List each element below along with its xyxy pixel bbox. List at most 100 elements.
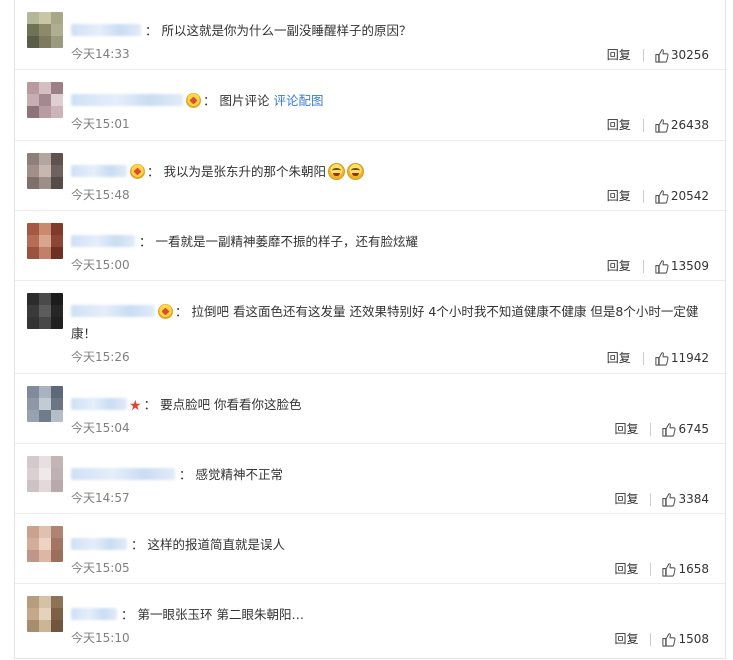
- comment-time: 今天15:26: [71, 350, 130, 364]
- like-button[interactable]: 13509: [654, 258, 709, 274]
- like-button[interactable]: 1658: [661, 561, 709, 577]
- thumb-up-icon: [662, 632, 676, 647]
- like-count: 6745: [678, 422, 709, 436]
- username-blurred[interactable]: [71, 305, 155, 317]
- user-avatar[interactable]: [27, 293, 63, 329]
- action-divider: [642, 48, 644, 62]
- like-count: 20542: [670, 189, 709, 203]
- like-button[interactable]: 30256: [654, 47, 709, 63]
- thumb-up-icon: [662, 422, 676, 437]
- action-divider: [650, 632, 652, 646]
- action-divider: [642, 259, 644, 273]
- comment-text: 这样的报道简直就是误人: [147, 537, 286, 552]
- user-avatar[interactable]: [27, 82, 63, 118]
- comment-time: 今天14:33: [71, 47, 130, 61]
- like-button[interactable]: 1508: [661, 631, 709, 647]
- comment-item: ：我以为是张东升的那个朱朝阳今天15:48 回复 20542: [15, 141, 725, 211]
- like-button[interactable]: 6745: [661, 421, 709, 437]
- like-count: 1658: [678, 562, 709, 576]
- like-count: 26438: [670, 118, 709, 132]
- thumb-up-icon: [655, 259, 669, 274]
- like-button[interactable]: 3384: [661, 491, 709, 507]
- comment-content: ：所以这就是你为什么一副没睡醒样子的原因？: [71, 20, 711, 42]
- user-avatar[interactable]: [27, 223, 63, 259]
- like-count: 1508: [678, 632, 709, 646]
- like-count: 11942: [670, 351, 709, 365]
- colon-separator: ：: [139, 234, 152, 249]
- comment-item: ：拉倒吧 看这面色还有这发量 还效果特别好 4个小时我不知道健康不健康 但是8个…: [15, 281, 725, 374]
- username-blurred[interactable]: [71, 398, 127, 410]
- vip-badge-icon: [130, 164, 145, 179]
- user-avatar[interactable]: [27, 386, 63, 422]
- comment-text: 我以为是张东升的那个朱朝阳: [163, 164, 327, 179]
- reply-button[interactable]: 回复: [614, 561, 638, 577]
- thumb-up-icon: [655, 189, 669, 204]
- reply-button[interactable]: 回复: [607, 188, 631, 204]
- username-blurred[interactable]: [71, 165, 127, 177]
- user-avatar[interactable]: [27, 456, 63, 492]
- like-button[interactable]: 26438: [654, 117, 709, 133]
- comment-item: ★：要点脸吧 你看看你这脸色 今天15:04 回复 6745: [15, 374, 725, 444]
- user-avatar[interactable]: [27, 153, 63, 189]
- comment-time: 今天15:05: [71, 561, 130, 575]
- vip-badge-icon: [186, 93, 201, 108]
- colon-separator: ：: [175, 304, 188, 319]
- comment-item: ：所以这就是你为什么一副没睡醒样子的原因？ 今天14:33 回复 30256: [15, 0, 725, 70]
- colon-separator: ：: [121, 607, 134, 622]
- comment-item: ：第一眼张玉环 第二眼朱朝阳… 今天15:10 回复 1508: [15, 584, 725, 659]
- user-avatar[interactable]: [27, 526, 63, 562]
- username-blurred[interactable]: [71, 608, 117, 620]
- comment-actions: 回复 11942: [607, 350, 709, 366]
- action-divider: [642, 118, 644, 132]
- comment-time: 今天14:57: [71, 491, 130, 505]
- like-count: 3384: [678, 492, 709, 506]
- comment-actions: 回复 3384: [614, 491, 709, 507]
- username-blurred[interactable]: [71, 94, 183, 106]
- comment-item: ：感觉精神不正常今天14:57 回复 3384: [15, 444, 725, 514]
- comment-actions: 回复 1658: [614, 561, 709, 577]
- comment-content: ：这样的报道简直就是误人: [71, 534, 711, 556]
- comment-text: 所以这就是你为什么一副没睡醒样子的原因？: [161, 23, 412, 38]
- comment-content: ：我以为是张东升的那个朱朝阳: [71, 161, 711, 183]
- reply-button[interactable]: 回复: [607, 258, 631, 274]
- comment-actions: 回复 20542: [607, 188, 709, 204]
- laughing-emoji-icon: [347, 163, 365, 180]
- colon-separator: ：: [203, 93, 216, 108]
- comment-content: ：拉倒吧 看这面色还有这发量 还效果特别好 4个小时我不知道健康不健康 但是8个…: [71, 301, 711, 345]
- comment-image-link[interactable]: 评论配图: [274, 93, 324, 108]
- comment-text: 感觉精神不正常: [195, 467, 284, 482]
- reply-button[interactable]: 回复: [614, 631, 638, 647]
- comment-text: 一看就是一副精神萎靡不振的样子，还有脸炫耀: [155, 234, 419, 249]
- reply-button[interactable]: 回复: [607, 117, 631, 133]
- action-divider: [650, 562, 652, 576]
- like-count: 13509: [670, 259, 709, 273]
- username-blurred[interactable]: [71, 538, 127, 550]
- comment-item: ：一看就是一副精神萎靡不振的样子，还有脸炫耀今天15:00 回复 13509: [15, 211, 725, 281]
- reply-button[interactable]: 回复: [607, 350, 631, 366]
- reply-button[interactable]: 回复: [614, 491, 638, 507]
- username-blurred[interactable]: [71, 24, 141, 36]
- reply-button[interactable]: 回复: [614, 421, 638, 437]
- comment-text: 图片评论: [219, 93, 270, 108]
- comment-content: ★：要点脸吧 你看看你这脸色: [71, 394, 711, 417]
- star-badge-icon: ★: [129, 398, 142, 414]
- action-divider: [642, 189, 644, 203]
- like-button[interactable]: 20542: [654, 188, 709, 204]
- comment-content: ：感觉精神不正常: [71, 464, 711, 486]
- like-button[interactable]: 11942: [654, 350, 709, 366]
- comment-text: 第一眼张玉环 第二眼朱朝阳…: [137, 607, 304, 622]
- user-avatar[interactable]: [27, 12, 63, 48]
- user-avatar[interactable]: [27, 596, 63, 632]
- thumb-up-icon: [655, 351, 669, 366]
- comment-time: 今天15:48: [71, 188, 130, 202]
- colon-separator: ：: [179, 467, 192, 482]
- action-divider: [642, 351, 644, 365]
- thumb-up-icon: [655, 48, 669, 63]
- comment-text: 要点脸吧 你看看你这脸色: [160, 397, 302, 412]
- action-divider: [650, 492, 652, 506]
- comment-time: 今天15:01: [71, 117, 130, 131]
- username-blurred[interactable]: [71, 235, 135, 247]
- username-blurred[interactable]: [71, 468, 175, 480]
- comment-time: 今天15:00: [71, 258, 130, 272]
- reply-button[interactable]: 回复: [607, 47, 631, 63]
